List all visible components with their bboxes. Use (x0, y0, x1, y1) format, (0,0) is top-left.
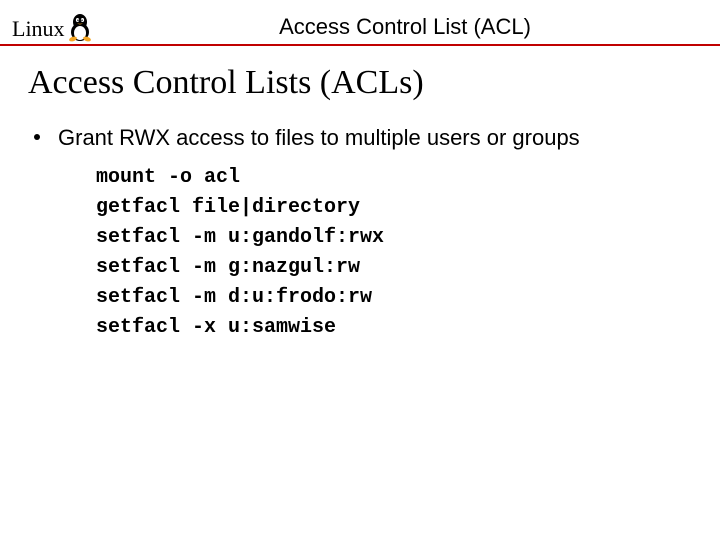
header-title: Access Control List (ACL) (10, 14, 710, 44)
bullet-dot-icon (34, 134, 40, 140)
code-line: setfacl -m d:u:frodo:rw (96, 286, 372, 309)
slide-title: Access Control Lists (ACLs) (28, 64, 692, 102)
bullet-item: Grant RWX access to files to multiple us… (28, 124, 692, 153)
code-line: mount -o acl (96, 166, 240, 189)
code-line: getfacl file|directory (96, 196, 360, 219)
code-line: setfacl -x u:samwise (96, 316, 336, 339)
linux-logo-text: Linux (12, 16, 65, 42)
slide-content: Access Control Lists (ACLs) Grant RWX ac… (0, 46, 720, 343)
bullet-text: Grant RWX access to files to multiple us… (58, 124, 580, 153)
code-block: mount -o acl getfacl file|directory setf… (96, 163, 692, 343)
code-line: setfacl -m u:gandolf:rwx (96, 226, 384, 249)
slide-header: Linux Access Control List (ACL) (0, 0, 720, 44)
tux-penguin-icon (67, 12, 93, 42)
code-line: setfacl -m g:nazgul:rw (96, 256, 360, 279)
logo-area: Linux (12, 12, 93, 42)
